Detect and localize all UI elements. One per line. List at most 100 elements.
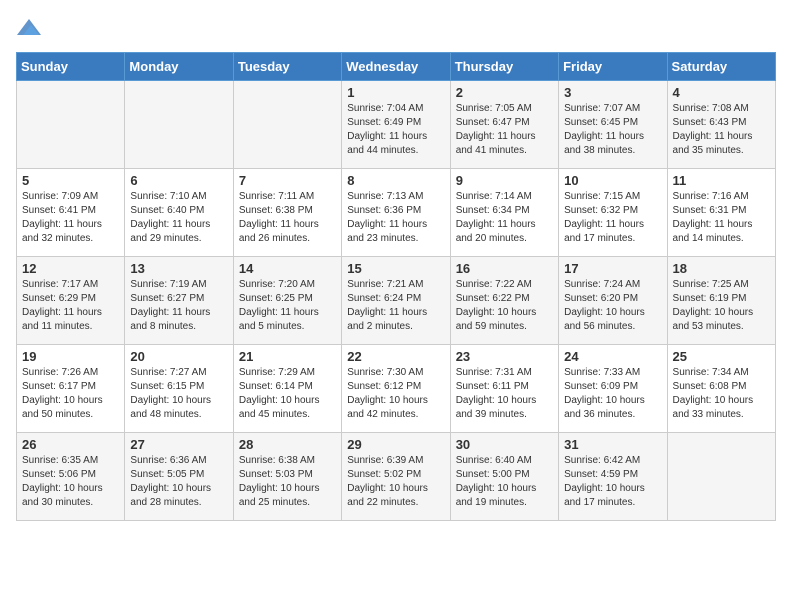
day-info: Sunrise: 6:39 AM Sunset: 5:02 PM Dayligh… <box>347 454 444 510</box>
calendar-cell: 16 Sunrise: 7:22 AM Sunset: 6:22 PM Dayli… <box>450 257 558 345</box>
calendar-table: SundayMondayTuesdayWednesdayThursdayFrid… <box>16 52 776 521</box>
day-number: 15 <box>347 261 444 276</box>
calendar-cell <box>17 81 125 169</box>
calendar-cell: 5 Sunrise: 7:09 AM Sunset: 6:41 PM Daylig… <box>17 169 125 257</box>
day-number: 25 <box>673 349 770 364</box>
calendar-cell: 14 Sunrise: 7:20 AM Sunset: 6:25 PM Dayli… <box>233 257 341 345</box>
calendar-cell: 6 Sunrise: 7:10 AM Sunset: 6:40 PM Daylig… <box>125 169 233 257</box>
day-info: Sunrise: 7:33 AM Sunset: 6:09 PM Dayligh… <box>564 366 661 422</box>
day-number: 2 <box>456 85 553 100</box>
day-number: 9 <box>456 173 553 188</box>
calendar-cell: 19 Sunrise: 7:26 AM Sunset: 6:17 PM Dayli… <box>17 345 125 433</box>
week-row-1: 1Sunrise: 7:04 AM Sunset: 6:49 PM Daylig… <box>17 81 776 169</box>
calendar-cell: 2 Sunrise: 7:05 AM Sunset: 6:47 PM Daylig… <box>450 81 558 169</box>
day-number: 20 <box>130 349 227 364</box>
day-info: Sunrise: 6:36 AM Sunset: 5:05 PM Dayligh… <box>130 454 227 510</box>
weekday-header-monday: Monday <box>125 53 233 81</box>
page-header <box>16 16 776 40</box>
calendar-cell: 20 Sunrise: 7:27 AM Sunset: 6:15 PM Dayli… <box>125 345 233 433</box>
calendar-cell <box>233 81 341 169</box>
calendar-cell: 31Sunrise: 6:42 AM Sunset: 4:59 PM Dayli… <box>559 433 667 521</box>
day-number: 26 <box>22 437 119 452</box>
day-info: Sunrise: 7:17 AM Sunset: 6:29 PM Dayligh… <box>22 278 119 334</box>
calendar-cell: 3Sunrise: 7:07 AM Sunset: 6:45 PM Daylig… <box>559 81 667 169</box>
day-number: 23 <box>456 349 553 364</box>
day-info: Sunrise: 7:13 AM Sunset: 6:36 PM Dayligh… <box>347 190 444 246</box>
calendar-cell: 29 Sunrise: 6:39 AM Sunset: 5:02 PM Dayli… <box>342 433 450 521</box>
day-info: Sunrise: 7:07 AM Sunset: 6:45 PM Dayligh… <box>564 102 661 158</box>
day-number: 21 <box>239 349 336 364</box>
calendar-cell: 12 Sunrise: 7:17 AM Sunset: 6:29 PM Dayli… <box>17 257 125 345</box>
day-info: Sunrise: 7:21 AM Sunset: 6:24 PM Dayligh… <box>347 278 444 334</box>
day-info: Sunrise: 7:05 AM Sunset: 6:47 PM Dayligh… <box>456 102 553 158</box>
day-number: 14 <box>239 261 336 276</box>
weekday-header-thursday: Thursday <box>450 53 558 81</box>
day-info: Sunrise: 7:26 AM Sunset: 6:17 PM Dayligh… <box>22 366 119 422</box>
day-number: 8 <box>347 173 444 188</box>
calendar-cell: 27 Sunrise: 6:36 AM Sunset: 5:05 PM Dayli… <box>125 433 233 521</box>
day-info: Sunrise: 7:27 AM Sunset: 6:15 PM Dayligh… <box>130 366 227 422</box>
day-info: Sunrise: 7:16 AM Sunset: 6:31 PM Dayligh… <box>673 190 770 246</box>
day-info: Sunrise: 7:31 AM Sunset: 6:11 PM Dayligh… <box>456 366 553 422</box>
logo <box>16 16 43 40</box>
day-info: Sunrise: 6:38 AM Sunset: 5:03 PM Dayligh… <box>239 454 336 510</box>
day-info: Sunrise: 7:22 AM Sunset: 6:22 PM Dayligh… <box>456 278 553 334</box>
day-number: 6 <box>130 173 227 188</box>
day-number: 16 <box>456 261 553 276</box>
calendar-cell: 23 Sunrise: 7:31 AM Sunset: 6:11 PM Dayli… <box>450 345 558 433</box>
day-number: 27 <box>130 437 227 452</box>
day-info: Sunrise: 7:15 AM Sunset: 6:32 PM Dayligh… <box>564 190 661 246</box>
calendar-cell: 22 Sunrise: 7:30 AM Sunset: 6:12 PM Dayli… <box>342 345 450 433</box>
weekday-header-sunday: Sunday <box>17 53 125 81</box>
calendar-cell: 13Sunrise: 7:19 AM Sunset: 6:27 PM Dayli… <box>125 257 233 345</box>
calendar-cell: 9 Sunrise: 7:14 AM Sunset: 6:34 PM Daylig… <box>450 169 558 257</box>
calendar-cell: 24 Sunrise: 7:33 AM Sunset: 6:09 PM Dayli… <box>559 345 667 433</box>
day-number: 18 <box>673 261 770 276</box>
day-info: Sunrise: 6:35 AM Sunset: 5:06 PM Dayligh… <box>22 454 119 510</box>
day-info: Sunrise: 7:04 AM Sunset: 6:49 PM Dayligh… <box>347 102 444 158</box>
calendar-cell: 10 Sunrise: 7:15 AM Sunset: 6:32 PM Dayli… <box>559 169 667 257</box>
day-number: 28 <box>239 437 336 452</box>
day-number: 11 <box>673 173 770 188</box>
day-number: 13 <box>130 261 227 276</box>
day-number: 31 <box>564 437 661 452</box>
day-info: Sunrise: 6:40 AM Sunset: 5:00 PM Dayligh… <box>456 454 553 510</box>
day-info: Sunrise: 7:34 AM Sunset: 6:08 PM Dayligh… <box>673 366 770 422</box>
logo-text <box>16 16 41 40</box>
calendar-cell: 11 Sunrise: 7:16 AM Sunset: 6:31 PM Dayli… <box>667 169 775 257</box>
day-number: 10 <box>564 173 661 188</box>
day-number: 12 <box>22 261 119 276</box>
day-info: Sunrise: 7:14 AM Sunset: 6:34 PM Dayligh… <box>456 190 553 246</box>
day-number: 5 <box>22 173 119 188</box>
day-info: Sunrise: 7:20 AM Sunset: 6:25 PM Dayligh… <box>239 278 336 334</box>
calendar-cell: 28 Sunrise: 6:38 AM Sunset: 5:03 PM Dayli… <box>233 433 341 521</box>
weekday-header-wednesday: Wednesday <box>342 53 450 81</box>
calendar-cell <box>125 81 233 169</box>
day-number: 22 <box>347 349 444 364</box>
week-row-5: 26 Sunrise: 6:35 AM Sunset: 5:06 PM Dayli… <box>17 433 776 521</box>
week-row-3: 12 Sunrise: 7:17 AM Sunset: 6:29 PM Dayli… <box>17 257 776 345</box>
day-number: 29 <box>347 437 444 452</box>
calendar-cell: 4Sunrise: 7:08 AM Sunset: 6:43 PM Daylig… <box>667 81 775 169</box>
calendar-cell <box>667 433 775 521</box>
week-row-2: 5 Sunrise: 7:09 AM Sunset: 6:41 PM Daylig… <box>17 169 776 257</box>
calendar-cell: 30Sunrise: 6:40 AM Sunset: 5:00 PM Dayli… <box>450 433 558 521</box>
day-info: Sunrise: 7:24 AM Sunset: 6:20 PM Dayligh… <box>564 278 661 334</box>
calendar-cell: 1Sunrise: 7:04 AM Sunset: 6:49 PM Daylig… <box>342 81 450 169</box>
day-info: Sunrise: 7:29 AM Sunset: 6:14 PM Dayligh… <box>239 366 336 422</box>
calendar-cell: 18 Sunrise: 7:25 AM Sunset: 6:19 PM Dayli… <box>667 257 775 345</box>
weekday-header-saturday: Saturday <box>667 53 775 81</box>
day-info: Sunrise: 7:25 AM Sunset: 6:19 PM Dayligh… <box>673 278 770 334</box>
calendar-cell: 17 Sunrise: 7:24 AM Sunset: 6:20 PM Dayli… <box>559 257 667 345</box>
day-info: Sunrise: 7:09 AM Sunset: 6:41 PM Dayligh… <box>22 190 119 246</box>
day-info: Sunrise: 7:11 AM Sunset: 6:38 PM Dayligh… <box>239 190 336 246</box>
day-number: 17 <box>564 261 661 276</box>
weekday-header-row: SundayMondayTuesdayWednesdayThursdayFrid… <box>17 53 776 81</box>
day-number: 24 <box>564 349 661 364</box>
day-info: Sunrise: 7:30 AM Sunset: 6:12 PM Dayligh… <box>347 366 444 422</box>
day-number: 7 <box>239 173 336 188</box>
day-info: Sunrise: 7:10 AM Sunset: 6:40 PM Dayligh… <box>130 190 227 246</box>
day-number: 4 <box>673 85 770 100</box>
calendar-cell: 21 Sunrise: 7:29 AM Sunset: 6:14 PM Dayli… <box>233 345 341 433</box>
day-number: 19 <box>22 349 119 364</box>
